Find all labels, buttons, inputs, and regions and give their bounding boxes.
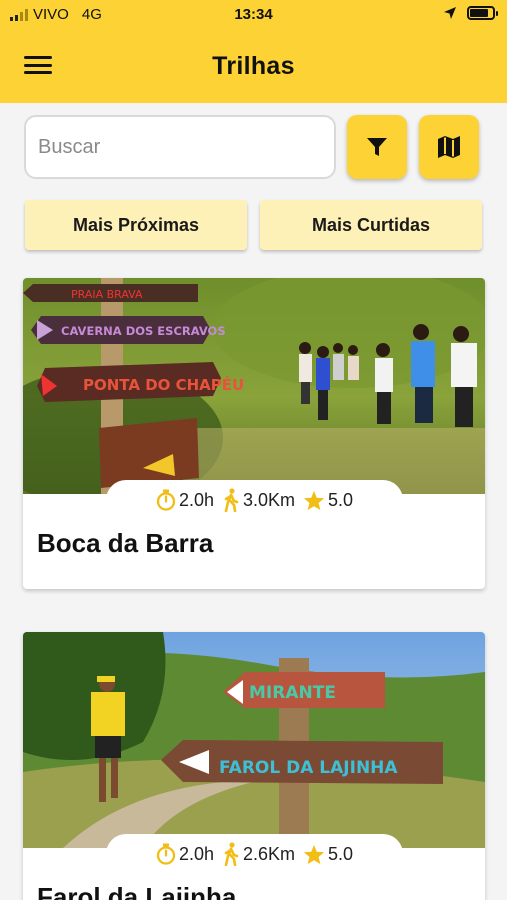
trail-stats: 2.0h 2.6Km 5.0: [106, 834, 403, 874]
duration-value: 2.0h: [178, 843, 214, 864]
rating-stat: 5.0: [303, 490, 353, 511]
duration-value: 2.0h: [178, 489, 214, 510]
duration-stat: 2.0h: [156, 489, 214, 511]
stopwatch-icon: [156, 489, 176, 511]
trail-photo: MIRANTE FAROL DA LAJINHA: [23, 632, 485, 848]
battery-icon: [467, 6, 498, 20]
svg-text:PRAIA BRAVA: PRAIA BRAVA: [71, 288, 143, 301]
rating-value: 5.0: [328, 489, 354, 510]
status-right: [443, 6, 498, 20]
search-box: [24, 115, 336, 179]
star-icon: [303, 490, 325, 510]
rating-value: 5.0: [328, 843, 354, 864]
svg-text:CAVERNA DOS ESCRAVOS: CAVERNA DOS ESCRAVOS: [61, 324, 226, 338]
page-title: Trilhas: [212, 52, 295, 80]
star-icon: [303, 844, 325, 864]
svg-text:PONTA DO CHAPÉU: PONTA DO CHAPÉU: [83, 375, 244, 394]
trail-card[interactable]: MIRANTE FAROL DA LAJINHA 2.0h 2.6Km 5.0 …: [23, 632, 485, 900]
stopwatch-icon: [156, 843, 176, 865]
hiker-icon: [224, 842, 239, 866]
trail-photo: PRAIA BRAVA CAVERNA DOS ESCRAVOS PONTA D…: [23, 278, 485, 494]
filter-button[interactable]: [347, 115, 407, 179]
trail-stats: 2.0h 3.0Km 5.0: [106, 480, 403, 520]
distance-stat: 2.6Km: [222, 842, 295, 866]
sort-nearest-button[interactable]: Mais Próximas: [25, 200, 247, 250]
distance-value: 3.0Km: [242, 489, 296, 510]
duration-stat: 2.0h: [156, 843, 214, 865]
hiker-icon: [224, 488, 239, 512]
location-arrow-icon: [444, 7, 456, 19]
sort-most-liked-button[interactable]: Mais Curtidas: [260, 200, 482, 250]
trail-card[interactable]: PRAIA BRAVA CAVERNA DOS ESCRAVOS PONTA D…: [23, 278, 485, 589]
status-bar: VIVO 4G 13:34: [0, 0, 507, 30]
status-time: 13:34: [234, 6, 273, 23]
map-icon: [438, 136, 460, 158]
svg-text:FAROL DA LAJINHA: FAROL DA LAJINHA: [219, 758, 398, 778]
trail-name: Boca da Barra: [37, 528, 214, 558]
map-button[interactable]: [419, 115, 479, 179]
rating-stat: 5.0: [303, 844, 353, 865]
distance-stat: 3.0Km: [222, 488, 295, 512]
app-header: Trilhas: [0, 30, 507, 103]
distance-value: 2.6Km: [242, 843, 296, 864]
trail-name: Farol da Lajinha: [37, 882, 237, 900]
filter-icon: [367, 138, 387, 156]
svg-text:MIRANTE: MIRANTE: [249, 683, 336, 703]
search-input[interactable]: [26, 117, 334, 177]
